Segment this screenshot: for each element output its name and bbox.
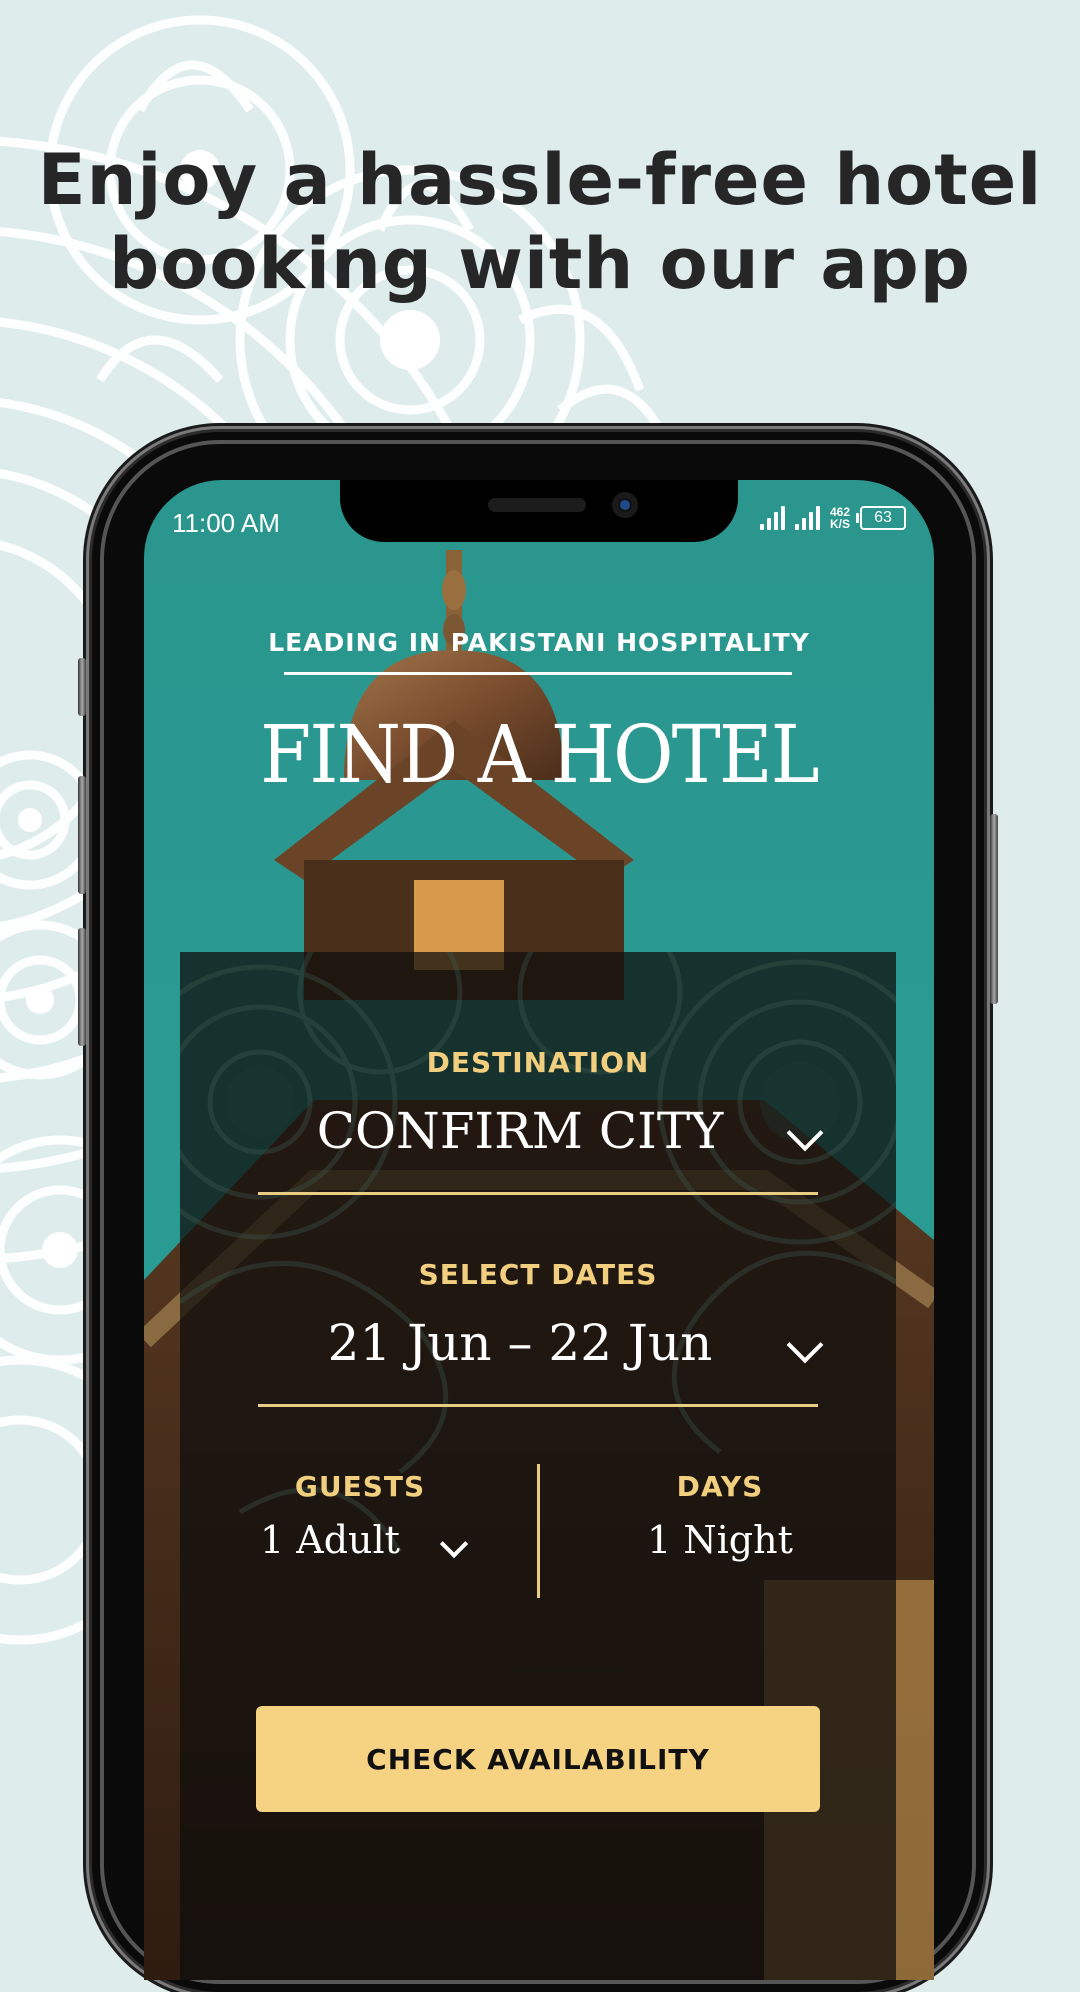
network-speed-indicator: 462 K/S <box>830 506 850 530</box>
destination-value[interactable]: CONFIRM CITY <box>180 1102 860 1160</box>
destination-label: DESTINATION <box>426 1046 650 1079</box>
tagline-underline <box>284 672 792 675</box>
guests-value[interactable]: 1 Adult <box>180 1518 480 1562</box>
promo-headline-line-1: Enjoy a hassle-free hotel <box>37 139 1043 221</box>
phone-volume-up-button <box>78 776 86 894</box>
status-bar: 11:00 AM 462 K/S 63 <box>144 480 934 550</box>
phone-volume-down-button <box>78 928 86 1046</box>
promo-headline-line-2: booking with our app <box>109 223 971 305</box>
battery-level: 63 <box>874 509 892 526</box>
days-label: DAYS <box>676 1470 764 1503</box>
search-form-panel: DESTINATION CONFIRM CITY SELECT DATES 21… <box>180 952 896 1980</box>
page-title: FIND A HOTEL <box>260 708 819 801</box>
phone-mute-switch <box>78 658 86 716</box>
promo-headline: Enjoy a hassle-free hotel booking with o… <box>0 138 1080 306</box>
brand-tagline: LEADING IN PAKISTANI HOSPITALITY <box>268 628 810 657</box>
dates-label: SELECT DATES <box>418 1258 658 1291</box>
app-screen: 11:00 AM 462 K/S 63 LEADING IN PAKISTANI… <box>144 480 934 1980</box>
dates-underline <box>258 1404 818 1407</box>
destination-underline <box>258 1192 818 1195</box>
network-speed-unit: K/S <box>829 517 850 531</box>
guests-days-divider <box>537 1464 540 1598</box>
battery-icon: 63 <box>856 506 906 530</box>
signal-strength-icon-sim2 <box>794 506 820 530</box>
status-time: 11:00 AM <box>172 508 280 538</box>
dates-value[interactable]: 21 Jun – 22 Jun <box>180 1314 860 1372</box>
phone-mockup: 11:00 AM 462 K/S 63 LEADING IN PAKISTANI… <box>78 432 998 1992</box>
signal-strength-icon-sim1 <box>759 506 785 530</box>
days-value: 1 Night <box>647 1518 793 1562</box>
guests-label: GUESTS <box>294 1470 426 1503</box>
phone-power-button <box>990 814 998 1004</box>
check-availability-button[interactable]: CHECK AVAILABILITY <box>256 1706 820 1812</box>
